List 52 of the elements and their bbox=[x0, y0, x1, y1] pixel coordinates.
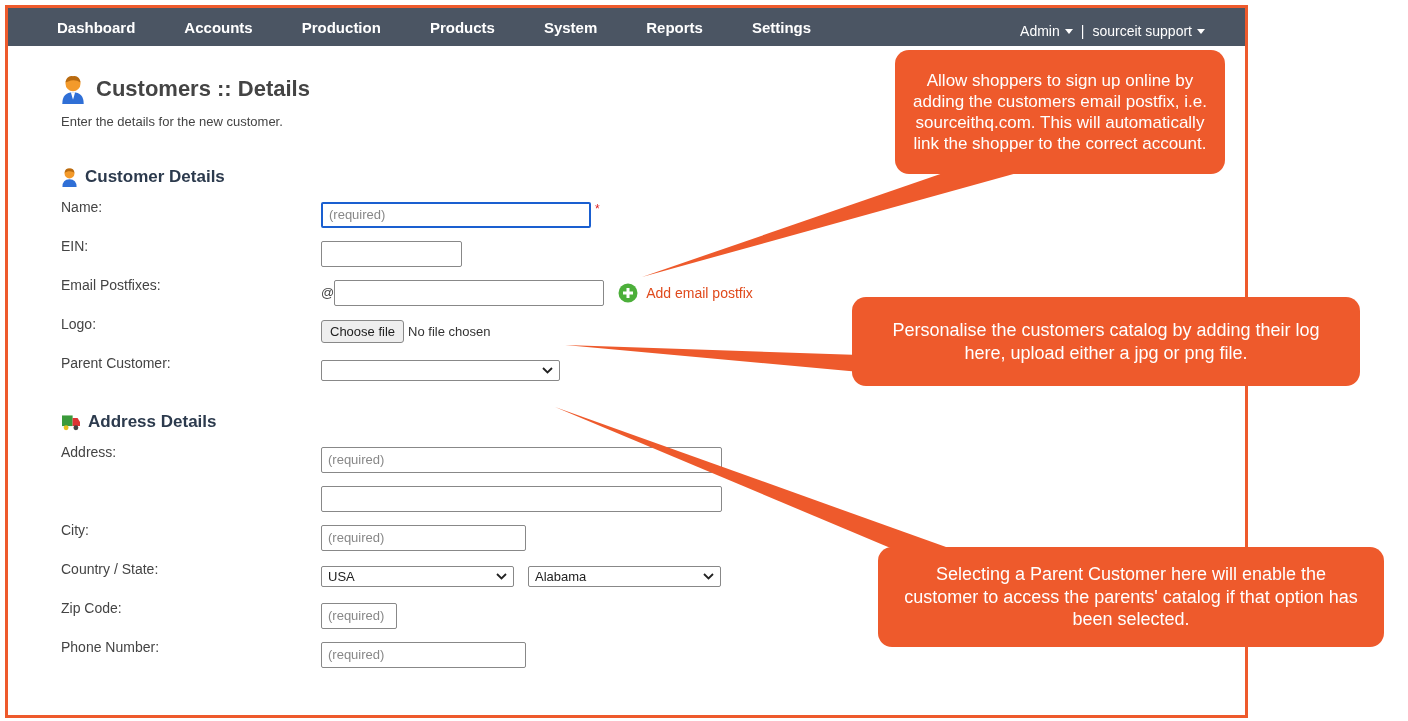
nav-link[interactable]: Reports bbox=[646, 18, 703, 36]
menu-separator: | bbox=[1080, 23, 1085, 39]
field-label: Name: bbox=[61, 199, 103, 215]
input-field[interactable]: (required) bbox=[321, 446, 722, 473]
field-label: Address: bbox=[61, 444, 117, 460]
chevron-icon bbox=[703, 573, 714, 580]
input-field[interactable]: (required) bbox=[321, 524, 526, 551]
field-label: Country / State: bbox=[61, 561, 159, 577]
caret-icon bbox=[1197, 28, 1205, 34]
file-status: No file chosen bbox=[408, 324, 491, 339]
input-field[interactable] bbox=[334, 279, 605, 306]
field-label: Email Postfixes: bbox=[61, 277, 161, 293]
nav-link[interactable]: Settings bbox=[751, 18, 812, 36]
person-icon bbox=[61, 167, 78, 187]
at-sign: @ bbox=[321, 285, 335, 300]
caret-icon bbox=[1064, 28, 1073, 34]
input-field[interactable] bbox=[321, 240, 462, 267]
section-heading: Address Details bbox=[88, 412, 217, 432]
choose-file-button[interactable]: Choose file bbox=[321, 320, 405, 343]
input-field[interactable] bbox=[321, 485, 722, 512]
page-title: Customers :: Details bbox=[96, 76, 310, 102]
page-subtitle: Enter the details for the new customer. bbox=[61, 114, 283, 129]
field-label: Phone Number: bbox=[61, 639, 160, 655]
callout: Allow shoppers to sign up online by adding the customers email postfix, i.e. sourceithq.com. This will automatically link the shopper to the correct account. bbox=[895, 50, 1225, 174]
field-label: EIN: bbox=[61, 238, 89, 254]
account-menu[interactable]: sourceit support bbox=[1092, 23, 1205, 39]
add-email-link[interactable]: Add email postfix bbox=[618, 282, 753, 303]
dropdown[interactable]: Alabama bbox=[528, 566, 721, 587]
input-field[interactable]: (required) bbox=[321, 641, 526, 668]
required-mark: * bbox=[595, 201, 600, 216]
dropdown[interactable] bbox=[321, 360, 560, 381]
nav-link[interactable]: Accounts bbox=[184, 18, 253, 36]
input-field[interactable]: (required) bbox=[321, 201, 591, 228]
input-field[interactable]: (required) bbox=[321, 602, 397, 629]
plus-icon bbox=[618, 282, 639, 303]
callout: Personalise the customers catalog by adding their log here, upload either a jpg or png file. bbox=[852, 297, 1360, 386]
nav-link[interactable]: System bbox=[543, 18, 598, 36]
field-label: Zip Code: bbox=[61, 600, 122, 616]
user-menu[interactable]: Admin bbox=[1020, 23, 1073, 39]
person-icon bbox=[60, 74, 86, 104]
section-heading: Customer Details bbox=[85, 167, 225, 187]
truck-icon bbox=[61, 413, 81, 431]
nav-link[interactable]: Products bbox=[429, 18, 495, 36]
nav-link[interactable]: Dashboard bbox=[57, 18, 136, 36]
dropdown[interactable]: USA bbox=[321, 566, 514, 587]
field-label: Logo: bbox=[61, 316, 97, 332]
field-label: Parent Customer: bbox=[61, 355, 171, 371]
chevron-icon bbox=[496, 573, 507, 580]
callout: Selecting a Parent Customer here will enable the customer to access the parents' catalog if that option has been selected. bbox=[878, 547, 1384, 647]
nav-link[interactable]: Production bbox=[301, 18, 381, 36]
field-label: City: bbox=[61, 522, 89, 538]
chevron-icon bbox=[542, 367, 553, 374]
